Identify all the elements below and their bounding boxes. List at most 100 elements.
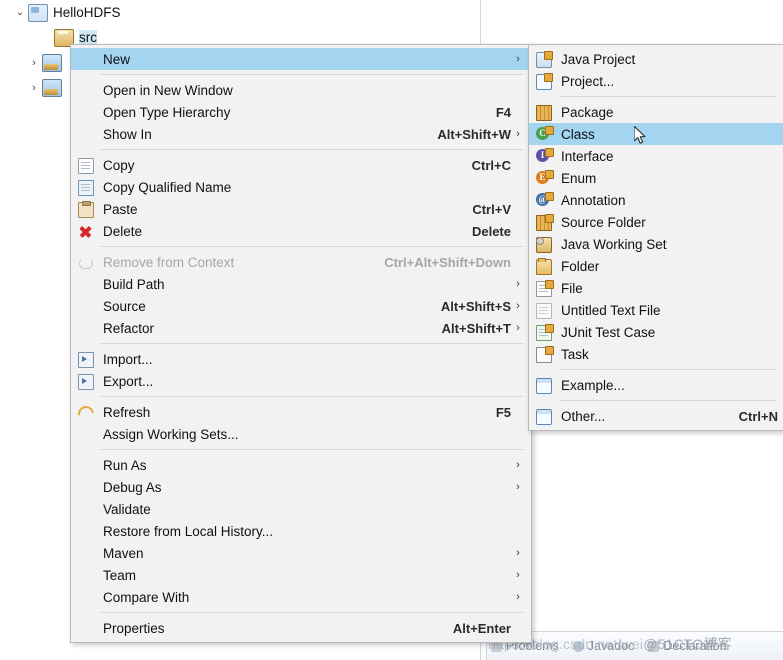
submenu-arrow-icon: › [516, 459, 520, 471]
untitled-text-file-icon [533, 302, 555, 319]
menu-item-example[interactable]: Example... [529, 374, 783, 396]
menu-item-label: Task [561, 346, 589, 362]
menu-item-source[interactable]: Source Alt+Shift+S › [71, 295, 531, 317]
menu-item-accelerator: Ctrl+N [738, 408, 778, 424]
project-context-menu[interactable]: New › Open in New Window Open Type Hierarch… [70, 44, 532, 643]
menu-item-validate[interactable]: Validate [71, 498, 531, 520]
menu-item-refactor[interactable]: Refactor Alt+Shift+T › [71, 317, 531, 339]
menu-item-new[interactable]: New › [71, 48, 531, 70]
menu-item-paste[interactable]: Paste Ctrl+V [71, 198, 531, 220]
menu-item-accelerator: Alt+Shift+T [441, 320, 511, 336]
menu-item-icon-slot [75, 501, 97, 517]
library-icon [42, 78, 62, 97]
menu-item-delete[interactable]: Delete Delete [71, 220, 531, 242]
java-project-icon [533, 51, 555, 68]
menu-item-label: Untitled Text File [561, 302, 661, 318]
tree-twisty-icon[interactable]: › [26, 82, 42, 94]
menu-item-label: Show In [103, 126, 152, 142]
menu-item-show-in[interactable]: Show In Alt+Shift+W › [71, 123, 531, 145]
menu-item-enum[interactable]: E Enum [529, 167, 783, 189]
menu-item-open-type-hierarchy[interactable]: Open Type Hierarchy F4 [71, 101, 531, 123]
menu-item-refresh[interactable]: Refresh F5 [71, 401, 531, 423]
declaration-icon [648, 640, 660, 652]
menu-item-run-as[interactable]: Run As › [71, 454, 531, 476]
menu-item-label: Export... [103, 373, 154, 389]
submenu-arrow-icon: › [516, 591, 520, 603]
menu-item-task[interactable]: Task [529, 343, 783, 365]
menu-item-label: Class [561, 126, 595, 142]
menu-separator [101, 396, 523, 397]
menu-item-copy[interactable]: Copy Ctrl+C [71, 154, 531, 176]
menu-item-label: Java Project [561, 51, 636, 67]
menu-separator [559, 369, 776, 370]
copy-qualified-name-icon [75, 179, 97, 196]
menu-item-icon-slot [75, 82, 97, 98]
menu-item-interface[interactable]: I Interface [529, 145, 783, 167]
menu-item-label: Interface [561, 148, 614, 164]
annotation-icon: @ [533, 192, 555, 208]
tree-item-label: HelloHDFS [53, 5, 121, 20]
menu-item-team[interactable]: Team › [71, 564, 531, 586]
submenu-arrow-icon: › [516, 300, 520, 312]
library-icon [42, 53, 62, 72]
menu-item-properties[interactable]: Properties Alt+Enter [71, 617, 531, 639]
java-project-icon [28, 3, 48, 22]
submenu-arrow-icon: › [516, 547, 520, 559]
menu-item-annotation[interactable]: @ Annotation [529, 189, 783, 211]
new-submenu[interactable]: Java Project Project... Package C Class I Inte… [528, 44, 783, 431]
menu-item-java-working-set[interactable]: Java Working Set [529, 233, 783, 255]
tree-twisty-icon[interactable]: ⌄ [12, 7, 28, 18]
menu-item-icon-slot [75, 104, 97, 120]
menu-item-untitled-text-file[interactable]: Untitled Text File [529, 299, 783, 321]
menu-item-label: Properties [103, 620, 165, 636]
view-tab[interactable]: Declaration [648, 639, 727, 653]
menu-item-label: Validate [103, 501, 151, 517]
menu-item-maven[interactable]: Maven › [71, 542, 531, 564]
remove-from-context-icon [75, 254, 97, 270]
menu-item-restore-from-local-history[interactable]: Restore from Local History... [71, 520, 531, 542]
class-icon: C [533, 126, 555, 142]
menu-item-icon-slot [75, 589, 97, 605]
menu-item-source-folder[interactable]: Source Folder [529, 211, 783, 233]
menu-item-build-path[interactable]: Build Path › [71, 273, 531, 295]
submenu-arrow-icon: › [516, 128, 520, 140]
menu-item-icon-slot [75, 545, 97, 561]
menu-item-label: Project... [561, 73, 615, 89]
menu-item-label: Import... [103, 351, 153, 367]
menu-item-icon-slot [75, 126, 97, 142]
menu-item-label: Build Path [103, 276, 165, 292]
menu-item-accelerator: Alt+Enter [452, 620, 511, 636]
menu-item-accelerator: Ctrl+V [472, 201, 511, 217]
menu-item-icon-slot [75, 51, 97, 67]
menu-item-label: Assign Working Sets... [103, 426, 239, 442]
menu-item-accelerator: F5 [495, 404, 511, 420]
menu-item-folder[interactable]: Folder [529, 255, 783, 277]
menu-item-export[interactable]: Export... [71, 370, 531, 392]
menu-item-icon-slot [75, 298, 97, 314]
view-tab[interactable]: Javadoc [572, 639, 635, 653]
menu-item-icon-slot [75, 479, 97, 495]
menu-item-compare-with[interactable]: Compare With › [71, 586, 531, 608]
menu-item-debug-as[interactable]: Debug As › [71, 476, 531, 498]
menu-item-icon-slot [75, 276, 97, 292]
menu-item-remove-from-context: Remove from Context Ctrl+Alt+Shift+Down [71, 251, 531, 273]
folder-icon [533, 258, 555, 275]
menu-item-assign-working-sets[interactable]: Assign Working Sets... [71, 423, 531, 445]
menu-item-junit-test-case[interactable]: JUnit Test Case [529, 321, 783, 343]
menu-item-project[interactable]: Project... [529, 70, 783, 92]
view-tab-label: Declaration [663, 639, 727, 653]
view-tab-label: Javadoc [587, 639, 635, 653]
menu-item-icon-slot [75, 567, 97, 583]
menu-item-file[interactable]: File [529, 277, 783, 299]
tree-item[interactable]: ⌄ HelloHDFS [0, 0, 480, 25]
submenu-arrow-icon: › [516, 322, 520, 334]
tree-twisty-icon[interactable]: › [26, 57, 42, 69]
menu-item-java-project[interactable]: Java Project [529, 48, 783, 70]
menu-item-open-in-new-window[interactable]: Open in New Window [71, 79, 531, 101]
menu-item-import[interactable]: Import... [71, 348, 531, 370]
interface-icon: I [533, 148, 555, 164]
menu-item-package[interactable]: Package [529, 101, 783, 123]
menu-item-other[interactable]: Other... Ctrl+N [529, 405, 783, 427]
menu-item-class[interactable]: C Class [529, 123, 783, 145]
menu-item-copy-qualified-name[interactable]: Copy Qualified Name [71, 176, 531, 198]
